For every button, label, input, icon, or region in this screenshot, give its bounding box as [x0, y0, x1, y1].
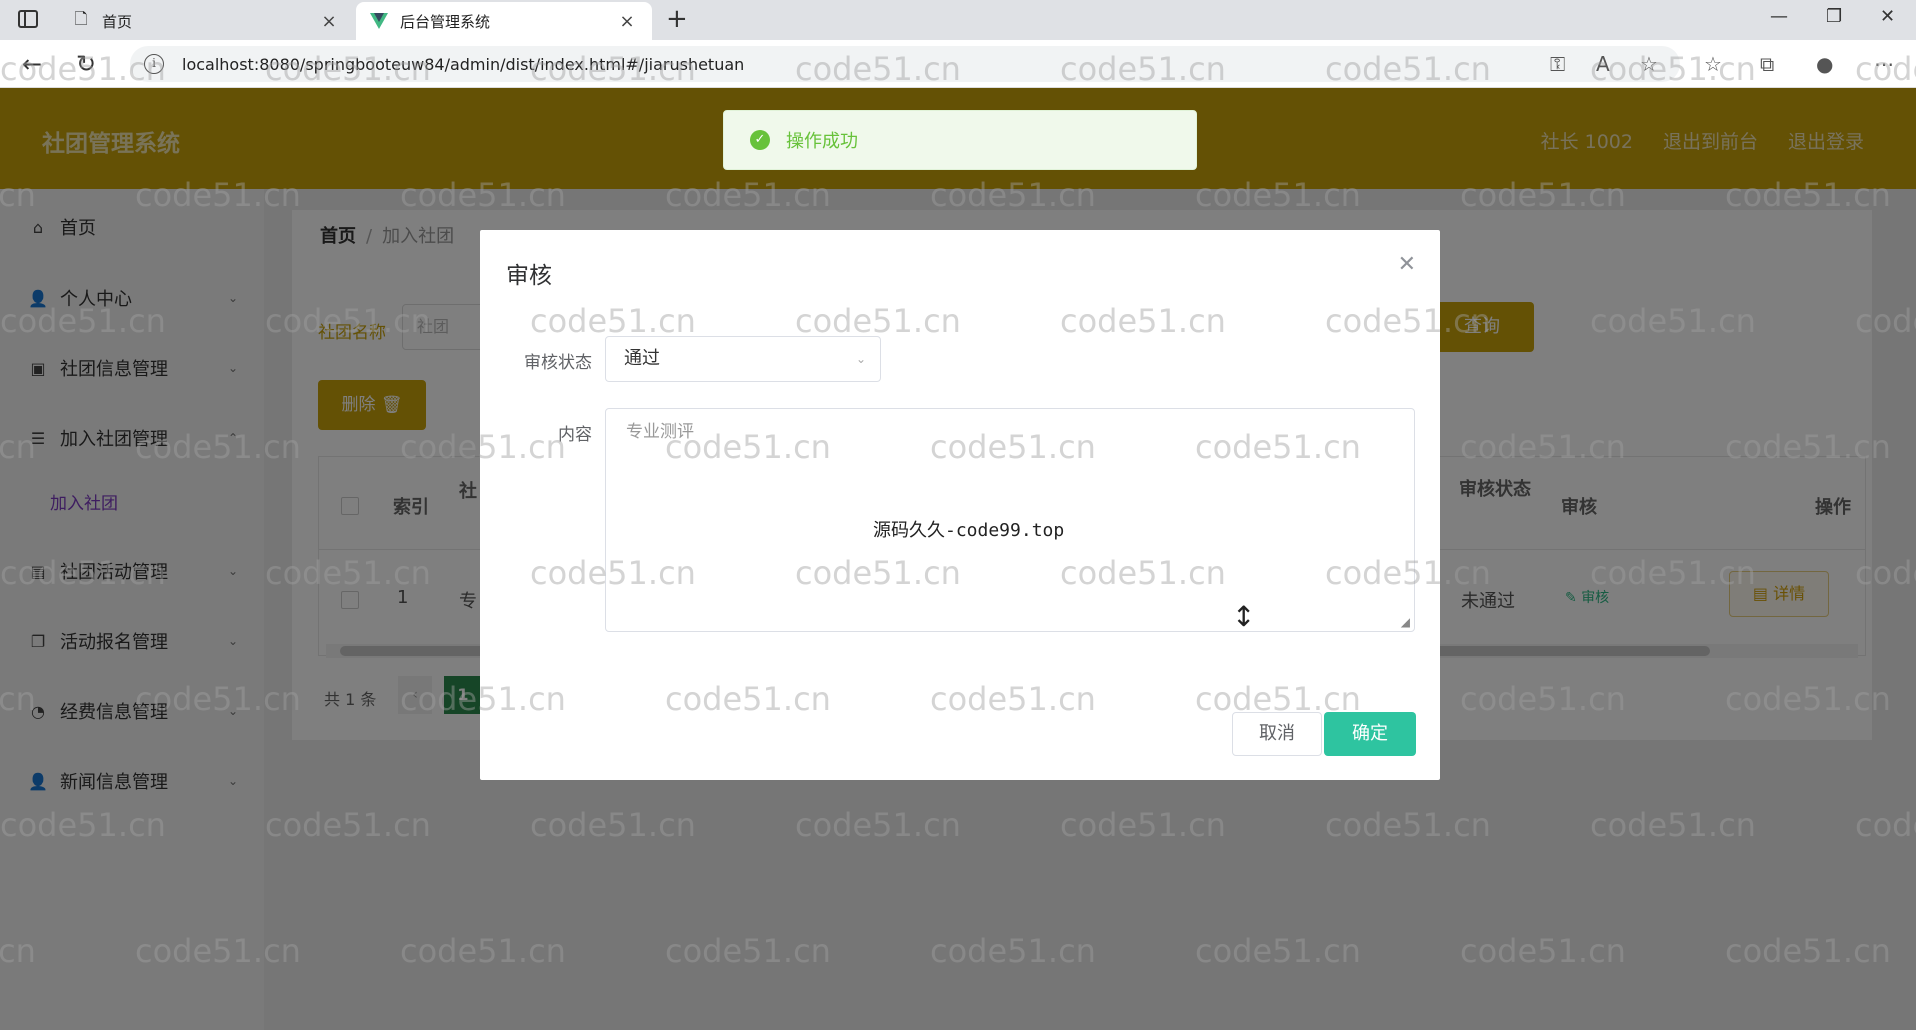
minimize-icon[interactable]: —: [1770, 6, 1788, 27]
dialog-title: 审核: [506, 263, 552, 289]
toast-message: 操作成功: [786, 131, 858, 152]
review-dialog: 审核 ✕ 审核状态 通过 ⌄ 内容 专业测评 ◢ 源码久久-code99.top…: [480, 230, 1440, 780]
content-placeholder: 专业测评: [626, 422, 694, 442]
reload-icon[interactable]: ↻: [76, 50, 96, 78]
tab-actions-icon[interactable]: [18, 10, 38, 28]
cancel-label: 取消: [1259, 723, 1295, 744]
close-tab-icon[interactable]: ×: [318, 11, 340, 32]
chevron-down-icon: ⌄: [855, 352, 866, 366]
content-label: 内容: [558, 425, 592, 445]
status-value: 通过: [624, 348, 660, 369]
cancel-button[interactable]: 取消: [1232, 712, 1322, 756]
confirm-label: 确定: [1352, 723, 1388, 744]
tab-title: 首页: [102, 12, 133, 31]
status-select[interactable]: 通过 ⌄: [605, 336, 881, 382]
read-aloud-icon[interactable]: A: [1596, 52, 1610, 76]
text-cursor-icon: ↕: [1232, 600, 1256, 633]
site-info-icon[interactable]: i: [144, 54, 164, 74]
close-icon[interactable]: ✕: [1398, 252, 1416, 277]
url-field[interactable]: i localhost:8080/springbooteuw84/admin/d…: [130, 46, 1680, 82]
collections-icon[interactable]: ⧉: [1760, 52, 1774, 76]
favorite-icon[interactable]: ☆: [1640, 52, 1658, 76]
restore-icon[interactable]: ❐: [1826, 6, 1842, 27]
source-watermark-text: 源码久久-code99.top: [873, 520, 1065, 541]
profile-avatar-icon[interactable]: ●: [1816, 52, 1833, 76]
resize-handle-icon[interactable]: ◢: [1401, 615, 1410, 629]
back-icon[interactable]: ←: [22, 50, 42, 78]
close-window-icon[interactable]: ✕: [1880, 6, 1895, 27]
success-toast: ✓ 操作成功: [723, 110, 1197, 170]
browser-tab-home[interactable]: 🗋 首页 ×: [58, 2, 354, 40]
url-text: localhost:8080/springbooteuw84/admin/dis…: [182, 54, 745, 74]
confirm-button[interactable]: 确定: [1324, 712, 1416, 756]
close-tab-icon[interactable]: ×: [616, 11, 638, 32]
status-label: 审核状态: [524, 353, 592, 373]
more-icon[interactable]: ⋯: [1874, 52, 1894, 76]
address-bar: ← ↻ i localhost:8080/springbooteuw84/adm…: [0, 40, 1916, 88]
key-icon[interactable]: ⚿: [1550, 52, 1565, 76]
favorites-list-icon[interactable]: ☆: [1704, 52, 1722, 76]
page-icon: 🗋: [74, 8, 88, 28]
browser-tab-bar: 🗋 首页 × 后台管理系统 × + — ❐ ✕: [0, 0, 1916, 40]
vue-logo-icon: [370, 11, 388, 31]
new-tab-icon[interactable]: +: [666, 4, 688, 34]
tab-title: 后台管理系统: [400, 12, 491, 31]
check-circle-icon: ✓: [750, 130, 770, 150]
browser-tab-admin[interactable]: 后台管理系统 ×: [356, 2, 652, 40]
